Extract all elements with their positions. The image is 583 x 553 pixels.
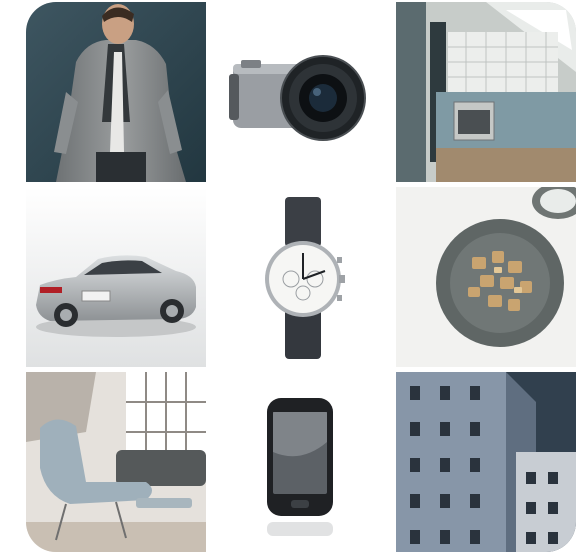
kitchen-interior-image[interactable]: [396, 2, 576, 182]
man-in-cardigan-image[interactable]: [26, 2, 206, 182]
product-image-grid: [26, 2, 576, 552]
lounge-chair-living-room-image[interactable]: [26, 372, 206, 552]
apartment-building-image[interactable]: [396, 372, 576, 552]
chronograph-wristwatch-image[interactable]: [211, 187, 391, 367]
silver-sedan-car-image[interactable]: [26, 187, 206, 367]
mirrorless-camera-image[interactable]: [211, 2, 391, 182]
bowl-of-food-image[interactable]: [396, 187, 576, 367]
smartphone-image[interactable]: [211, 372, 391, 552]
